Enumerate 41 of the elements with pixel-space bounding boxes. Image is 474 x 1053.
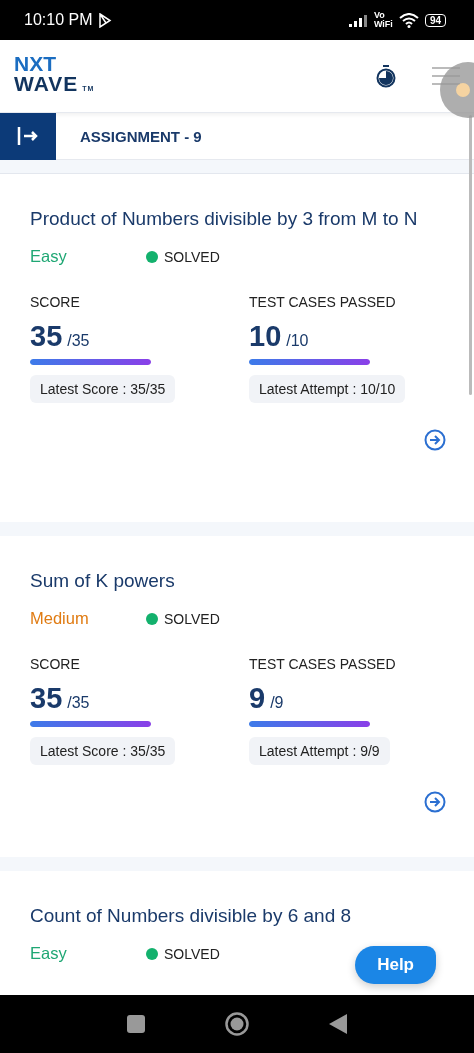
stat-total: /10: [286, 332, 309, 350]
question-title[interactable]: Product of Numbers divisible by 3 from M to N: [30, 204, 444, 233]
stat-total: /35: [67, 694, 90, 712]
status-time: 10:10 PM: [24, 11, 93, 29]
open-arrow-button[interactable]: [424, 791, 446, 813]
stat-value: 35: [30, 320, 63, 353]
back-icon[interactable]: [329, 1014, 347, 1034]
difficulty-label: Medium: [30, 609, 90, 628]
latest-chip: Latest Score : 35/35: [30, 375, 176, 403]
help-button[interactable]: Help: [355, 946, 436, 984]
status-label: SOLVED: [164, 610, 220, 627]
question-title[interactable]: Count of Numbers divisible by 6 and 8: [30, 901, 444, 930]
stat-total: /9: [270, 694, 284, 712]
difficulty-label: Easy: [30, 944, 68, 963]
stat-total: /35: [67, 332, 90, 350]
stat-label: SCORE: [30, 294, 80, 310]
difficulty-label: Easy: [30, 247, 68, 266]
home-icon[interactable]: [225, 1012, 249, 1036]
stat-value: 35: [30, 682, 63, 715]
stat-label: TEST CASES PASSED: [249, 294, 396, 310]
expand-sidebar-button[interactable]: [0, 112, 56, 160]
latest-chip: Latest Attempt : 10/10: [249, 375, 406, 403]
question-title[interactable]: Sum of K powers: [30, 566, 444, 595]
signal-icon: [347, 13, 368, 27]
network-label: Vo WiFi: [373, 11, 393, 29]
stat-value: 10: [249, 320, 282, 353]
play-store-icon: [98, 12, 113, 28]
latest-chip: Latest Score : 35/35: [30, 737, 176, 765]
expand-icon: [17, 127, 39, 145]
stat-label: SCORE: [30, 656, 80, 672]
open-arrow-button[interactable]: [424, 429, 446, 451]
dot-icon: [456, 83, 470, 97]
stat-value: 9: [249, 682, 266, 715]
stopwatch-icon[interactable]: [376, 64, 396, 88]
assignment-title: ASSIGNMENT - 9: [80, 127, 202, 145]
wifi-icon: [398, 12, 419, 28]
status-label: SOLVED: [164, 248, 220, 265]
battery-icon: 94: [424, 13, 446, 27]
stat-label: TEST CASES PASSED: [249, 656, 396, 672]
latest-chip: Latest Attempt : 9/9: [249, 737, 390, 765]
status-label: SOLVED: [164, 945, 220, 962]
